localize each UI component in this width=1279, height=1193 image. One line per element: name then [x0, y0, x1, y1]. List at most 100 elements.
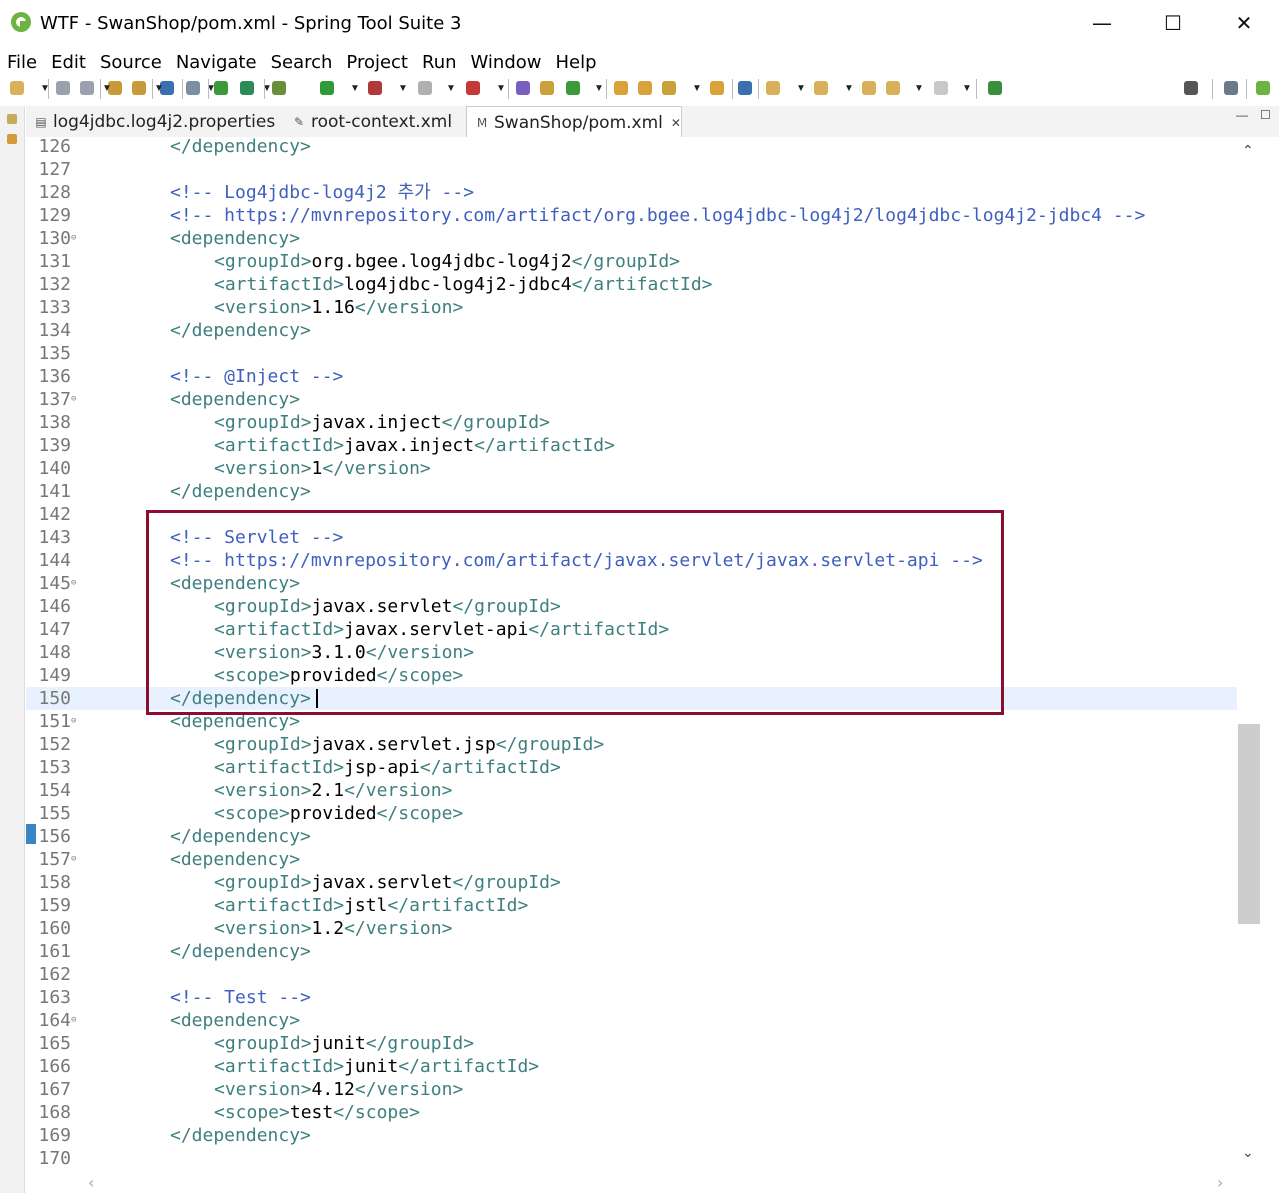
debug-icon[interactable]	[272, 81, 286, 95]
code-line[interactable]: 134 </dependency>	[26, 319, 1237, 342]
new-package-icon[interactable]	[540, 81, 554, 95]
fold-toggle-icon[interactable]: ⊖	[71, 227, 81, 250]
new-class-icon[interactable]	[566, 81, 580, 95]
code-line[interactable]: 131 <groupId>org.bgee.log4jdbc-log4j2</gr…	[26, 250, 1237, 273]
save-all-icon[interactable]	[80, 81, 94, 95]
menu-source[interactable]: Source	[93, 52, 169, 73]
scroll-up-arrow-icon[interactable]: ⌃	[1242, 143, 1254, 159]
code-line[interactable]: 161 </dependency>	[26, 940, 1237, 963]
dropdown-arrow-icon[interactable]: ▼	[398, 83, 408, 94]
code-line[interactable]: 152 <groupId>javax.servlet.jsp</groupId>	[26, 733, 1237, 756]
maximize-view-icon[interactable]: ☐	[1260, 108, 1271, 122]
open-resource-icon[interactable]	[132, 81, 146, 95]
fold-toggle-icon[interactable]: ⊖	[71, 848, 81, 871]
open-file-icon[interactable]	[638, 81, 652, 95]
menu-edit[interactable]: Edit	[44, 52, 93, 73]
code-line[interactable]: 170	[26, 1147, 1237, 1170]
globe-icon[interactable]	[738, 81, 752, 95]
code-line[interactable]: 159 <artifactId>jstl</artifactId>	[26, 894, 1237, 917]
code-line[interactable]: 158 <groupId>javax.servlet</groupId>	[26, 871, 1237, 894]
new-java-project-icon[interactable]	[516, 81, 530, 95]
new-icon[interactable]	[10, 81, 24, 95]
spring-perspective-icon[interactable]	[1256, 81, 1270, 95]
search-icon[interactable]	[1184, 81, 1198, 95]
code-line[interactable]: 139 <artifactId>javax.inject</artifactId>	[26, 434, 1237, 457]
code-line[interactable]: 132 <artifactId>log4jdbc-log4j2-jdbc4</ar…	[26, 273, 1237, 296]
code-line[interactable]: 166 <artifactId>junit</artifactId>	[26, 1055, 1237, 1078]
tab-root-context-xml[interactable]: ✎ root-context.xml	[284, 106, 452, 137]
tab-log4jdbc-log4j2-properties[interactable]: ▤ log4jdbc.log4j2.properties	[26, 106, 275, 137]
vertical-scroll-thumb[interactable]	[1238, 724, 1260, 924]
stop-icon[interactable]	[418, 81, 432, 95]
back-icon[interactable]	[886, 81, 900, 95]
code-line[interactable]: 163 <!-- Test -->	[26, 986, 1237, 1009]
last-edit-icon[interactable]	[862, 81, 876, 95]
relaunch-icon[interactable]	[240, 81, 254, 95]
next-annotation-icon[interactable]	[766, 81, 780, 95]
code-line[interactable]: 137 ⊖ <dependency>	[26, 388, 1237, 411]
scroll-right-arrow-icon[interactable]: ›	[1217, 1173, 1223, 1192]
code-line[interactable]: 165 <groupId>junit</groupId>	[26, 1032, 1237, 1055]
code-line[interactable]: 164 ⊖ <dependency>	[26, 1009, 1237, 1032]
dropdown-arrow-icon[interactable]: ▼	[844, 83, 854, 94]
dropdown-arrow-icon[interactable]: ▼	[594, 83, 604, 94]
code-line[interactable]: 169 </dependency>	[26, 1124, 1237, 1147]
prev-annotation-icon[interactable]	[814, 81, 828, 95]
code-line[interactable]: 136 <!-- @Inject -->	[26, 365, 1237, 388]
run-icon[interactable]	[320, 81, 334, 95]
fold-toggle-icon[interactable]: ⊖	[71, 388, 81, 411]
menu-help[interactable]: Help	[549, 52, 604, 73]
maximize-button[interactable]: ☐	[1138, 0, 1208, 46]
dropdown-arrow-icon[interactable]: ▼	[796, 83, 806, 94]
code-line[interactable]: 167 <version>4.12</version>	[26, 1078, 1237, 1101]
code-line[interactable]: 160 <version>1.2</version>	[26, 917, 1237, 940]
menu-navigate[interactable]: Navigate	[169, 52, 264, 73]
fold-toggle-icon[interactable]: ⊖	[71, 572, 81, 595]
menu-run[interactable]: Run	[415, 52, 464, 73]
dropdown-arrow-icon[interactable]: ▼	[692, 83, 702, 94]
scroll-left-arrow-icon[interactable]: ‹	[88, 1173, 94, 1192]
menu-file[interactable]: File	[0, 52, 44, 73]
code-line[interactable]: 129 <!-- https://mvnrepository.com/artifa…	[26, 204, 1237, 227]
code-line[interactable]: 135	[26, 342, 1237, 365]
code-line[interactable]: 162	[26, 963, 1237, 986]
dropdown-arrow-icon[interactable]: ▼	[154, 83, 164, 94]
code-line[interactable]: 156 </dependency>	[26, 825, 1237, 848]
dropdown-arrow-icon[interactable]: ▼	[914, 83, 924, 94]
fold-toggle-icon[interactable]: ⊖	[71, 710, 81, 733]
minimize-button[interactable]: —	[1067, 0, 1137, 46]
code-line[interactable]: 138 <groupId>javax.inject</groupId>	[26, 411, 1237, 434]
code-line[interactable]: 157 ⊖ <dependency>	[26, 848, 1237, 871]
code-line[interactable]: 153 <artifactId>jsp-api</artifactId>	[26, 756, 1237, 779]
menu-project[interactable]: Project	[339, 52, 415, 73]
close-window-button[interactable]: ✕	[1209, 0, 1279, 46]
vertical-scrollbar[interactable]: ⌃ ⌄	[1237, 137, 1261, 1171]
code-line[interactable]: 133 <version>1.16</version>	[26, 296, 1237, 319]
code-line[interactable]: 168 <scope>test</scope>	[26, 1101, 1237, 1124]
open-perspective-icon[interactable]	[1224, 81, 1238, 95]
dropdown-arrow-icon[interactable]: ▼	[102, 83, 112, 94]
forward-icon[interactable]	[934, 81, 948, 95]
code-line[interactable]: 127	[26, 158, 1237, 181]
restore-perspective-icon[interactable]	[7, 114, 17, 124]
package-explorer-icon[interactable]	[7, 134, 17, 144]
open-task-icon[interactable]	[710, 81, 724, 95]
horizontal-scrollbar[interactable]: ‹ ›	[82, 1171, 1237, 1193]
dropdown-arrow-icon[interactable]: ▼	[962, 83, 972, 94]
code-line[interactable]: 141 </dependency>	[26, 480, 1237, 503]
open-folder-icon[interactable]	[614, 81, 628, 95]
close-tab-icon[interactable]: ✕	[671, 116, 681, 130]
scroll-down-arrow-icon[interactable]: ⌄	[1242, 1145, 1254, 1161]
spring-boot-icon[interactable]	[214, 81, 228, 95]
menu-search[interactable]: Search	[264, 52, 340, 73]
pencil-icon[interactable]	[662, 81, 676, 95]
dropdown-arrow-icon[interactable]: ▼	[496, 83, 506, 94]
code-line[interactable]: 140 <version>1</version>	[26, 457, 1237, 480]
minimize-view-icon[interactable]: —	[1236, 108, 1248, 122]
code-line[interactable]: 126 </dependency>	[26, 137, 1237, 158]
menu-window[interactable]: Window	[464, 52, 549, 73]
skip-breakpoints-icon[interactable]	[186, 81, 200, 95]
fold-toggle-icon[interactable]: ⊖	[71, 1009, 81, 1032]
code-line[interactable]: 128 <!-- Log4jdbc-log4j2 추가 -->	[26, 181, 1237, 204]
code-line[interactable]: 130 ⊖ <dependency>	[26, 227, 1237, 250]
